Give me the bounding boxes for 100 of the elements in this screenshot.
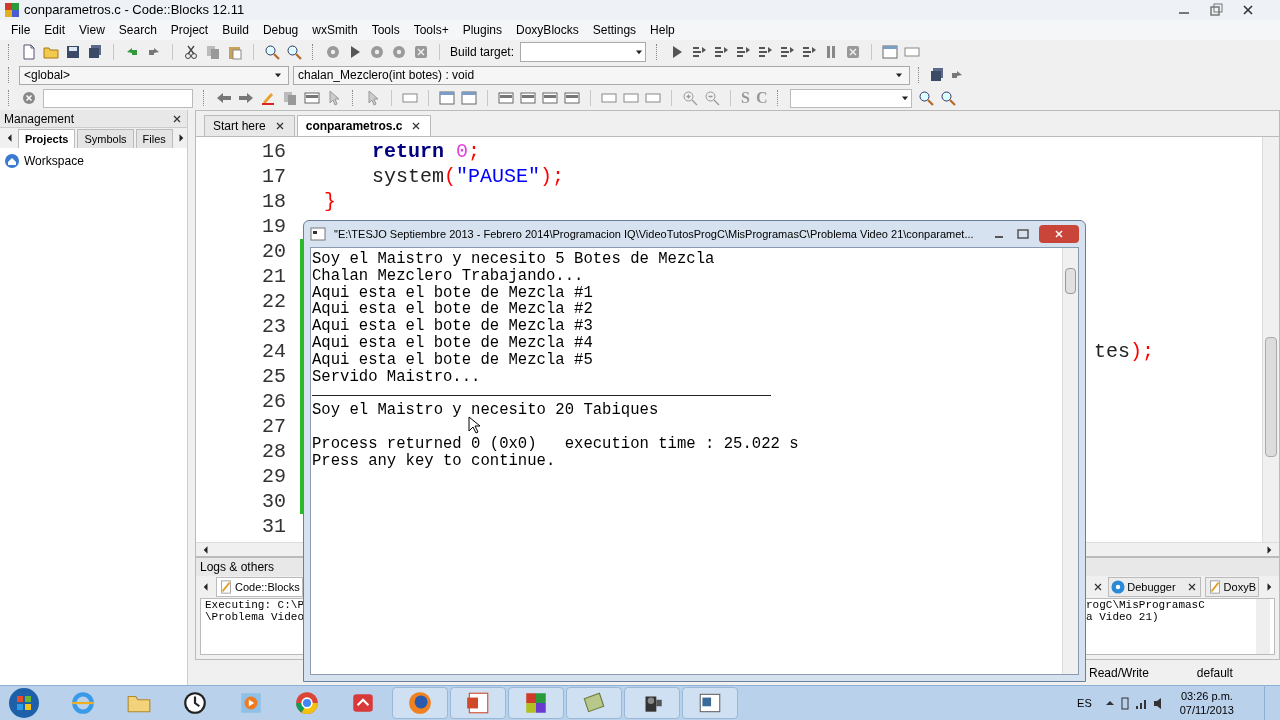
layout-icon[interactable] <box>542 90 558 106</box>
menu-item[interactable]: Tools <box>364 21 407 39</box>
zoom-out-icon[interactable] <box>704 90 720 106</box>
mouse-cursor-icon <box>468 416 480 434</box>
function-dropdown[interactable]: chalan_Mezclero(int botes) : void <box>293 65 910 85</box>
search-field[interactable] <box>43 88 193 108</box>
next-line-icon[interactable] <box>713 44 730 60</box>
zoom-in-icon[interactable] <box>682 90 698 106</box>
line-number: 26 <box>261 388 286 415</box>
replace-icon[interactable] <box>286 44 302 60</box>
copy-icon[interactable] <box>205 44 221 60</box>
stop-debugger-icon[interactable] <box>845 44 862 60</box>
back-icon[interactable] <box>216 90 232 106</box>
cut-icon[interactable] <box>183 44 199 60</box>
editor-tab[interactable]: Start here <box>204 115 295 136</box>
console-scrollbar[interactable] <box>1062 248 1078 674</box>
window-title: conparametros.c - Code::Blocks 12.11 <box>24 1 245 20</box>
search-icon[interactable] <box>264 44 280 60</box>
pointer-icon[interactable] <box>365 90 381 106</box>
step-out-icon[interactable] <box>757 44 774 60</box>
line-number: 31 <box>261 513 286 540</box>
editor-tab[interactable]: conparametros.c <box>296 115 432 136</box>
menu-item[interactable]: Settings <box>585 21 644 39</box>
scope-dropdown[interactable]: <global> <box>19 65 289 85</box>
panel-icon[interactable] <box>461 90 477 106</box>
save-all-icon[interactable] <box>87 44 103 60</box>
clear-icon[interactable] <box>21 90 37 106</box>
menu-item[interactable]: Debug <box>255 21 306 39</box>
run-to-cursor-icon[interactable] <box>691 44 708 60</box>
menu-item[interactable]: View <box>72 21 112 39</box>
step-instruction-icon[interactable] <box>801 44 818 60</box>
step-into-icon[interactable] <box>735 44 752 60</box>
log-tab[interactable]: Debugger <box>1108 577 1201 597</box>
build-target-label: Build target: <box>450 44 515 61</box>
layout-icon[interactable] <box>564 90 580 106</box>
console-line: Aqui esta el bote de Mezcla #5 <box>312 351 594 369</box>
image-icon[interactable] <box>439 90 455 106</box>
menu-item[interactable]: Help <box>643 21 682 39</box>
highlight-icon[interactable] <box>260 90 276 106</box>
folder-icon[interactable] <box>43 44 59 60</box>
menu-item[interactable]: wxSmith <box>305 21 365 39</box>
code-blocks-icon[interactable] <box>523 690 549 716</box>
panel-tab[interactable]: Projects <box>18 129 76 148</box>
find-icon[interactable] <box>918 90 935 106</box>
menu-item[interactable]: Edit <box>37 21 73 39</box>
browser-icon[interactable] <box>294 690 320 716</box>
presentation-icon[interactable] <box>465 690 491 716</box>
line-number: 21 <box>261 263 286 290</box>
line-number: 23 <box>261 313 286 340</box>
tree-item[interactable]: Workspace <box>24 152 84 170</box>
line-number: 29 <box>261 463 286 490</box>
save-icon[interactable] <box>65 44 81 60</box>
close-button[interactable] <box>1039 225 1079 243</box>
line-number: 19 <box>261 213 286 240</box>
status-field: Read/Write <box>1089 663 1149 682</box>
console-line: Chalan Mezclero Trabajando... <box>312 267 585 285</box>
console-line: Process returned 0 (0x0) execution time : 25.022 s <box>312 435 800 453</box>
forward-icon[interactable] <box>238 90 254 106</box>
menu-item[interactable]: Project <box>163 21 216 39</box>
panel-title: Logs & others <box>200 559 275 576</box>
layout-icon[interactable] <box>520 90 536 106</box>
code-line: system("PAUSE"); <box>371 163 565 190</box>
clock-date[interactable]: 07/11/2013 <box>1179 703 1234 717</box>
layout-icon[interactable] <box>498 90 514 106</box>
menu-item[interactable]: Build <box>215 21 256 39</box>
log-scrollbar[interactable] <box>1256 599 1270 654</box>
clock-icon[interactable] <box>182 690 208 716</box>
console-line: Soy el Maistro y necesito 5 Botes de Mezcla <box>312 251 716 268</box>
clock-time[interactable]: 03:26 p.m. <box>1180 689 1233 703</box>
find-next-icon[interactable] <box>940 90 957 106</box>
vertical-scrollbar[interactable] <box>1262 137 1279 542</box>
debug-window-icon[interactable] <box>882 44 899 60</box>
paste-icon[interactable] <box>227 44 243 60</box>
panel-tab[interactable]: Symbols <box>77 129 134 148</box>
tab-icon <box>1111 580 1126 594</box>
start-button[interactable] <box>8 687 40 719</box>
language-indicator[interactable]: ES <box>1077 694 1092 712</box>
menu-item[interactable]: Search <box>111 21 164 39</box>
maximize-icon[interactable] <box>1015 226 1031 242</box>
console-line: Aqui esta el bote de Mezcla #4 <box>312 335 594 352</box>
panel-title: Management <box>4 110 76 128</box>
console-line: Servido Maistro... <box>312 368 482 386</box>
tab-icon <box>1207 580 1222 594</box>
menu-item[interactable]: Plugins <box>455 21 510 39</box>
line-number: 24 <box>261 338 286 365</box>
next-instruction-icon[interactable] <box>779 44 796 60</box>
menu-item[interactable]: Tools+ <box>406 21 456 39</box>
restore-icon[interactable] <box>1208 2 1224 18</box>
menu-item[interactable]: DoxyBlocks <box>509 21 586 39</box>
console-dialog[interactable] <box>303 220 1086 682</box>
log-line: Executing: C:\P <box>205 599 305 611</box>
browser-icon[interactable] <box>407 690 433 716</box>
stop-icon[interactable] <box>413 44 429 60</box>
log-tab[interactable]: Code::Blocks <box>216 577 303 597</box>
panel-tab[interactable]: Files <box>135 129 173 148</box>
new-file-icon[interactable] <box>21 44 37 60</box>
log-line: rogC\MisProgramasC <box>1086 599 1206 611</box>
log-tab[interactable]: DoxyB <box>1204 577 1259 597</box>
console-line: Press any key to continue. <box>312 452 557 470</box>
menu-item[interactable]: File <box>4 21 38 39</box>
